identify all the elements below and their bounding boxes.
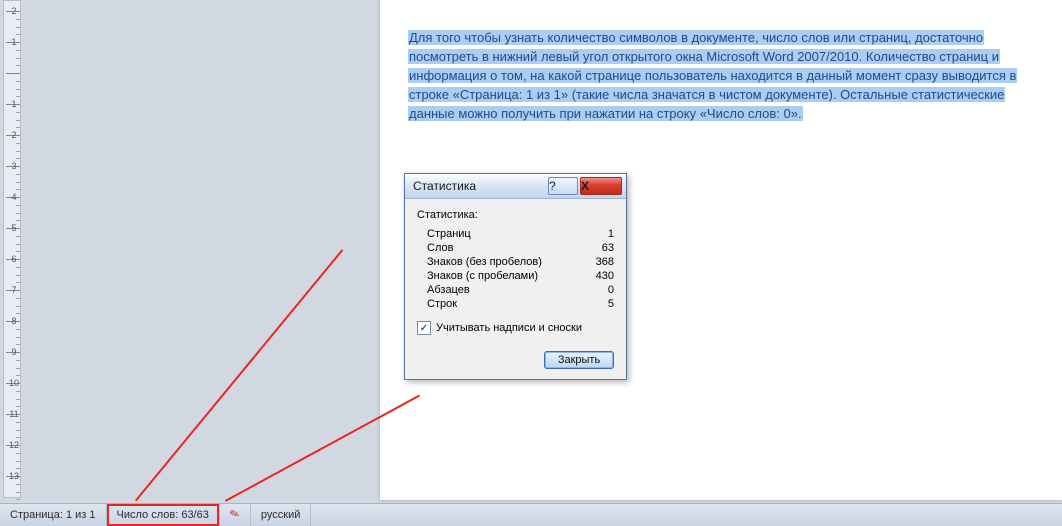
ruler-label: 13 (7, 471, 21, 481)
text-line: Для того чтобы узнать количество символо… (408, 30, 984, 45)
dialog-titlebar[interactable]: Статистика ? X (405, 174, 626, 199)
document-paragraph: Для того чтобы узнать количество символо… (408, 28, 1034, 123)
stat-row: Страниц 1 (417, 227, 614, 241)
vertical-ruler: 2112345678910111213 (3, 0, 21, 498)
ruler-label: 4 (7, 192, 21, 202)
dialog-title: Статистика (413, 179, 546, 193)
status-page[interactable]: Страница: 1 из 1 (0, 504, 107, 526)
stat-value: 430 (596, 270, 614, 282)
dialog-close-button[interactable]: Закрыть (544, 351, 614, 369)
close-icon: X (581, 180, 621, 192)
ruler-label: 11 (7, 409, 21, 419)
statistics-dialog: Статистика ? X Статистика: Страниц 1 Слов 6… (404, 173, 627, 380)
status-proofing[interactable]: ✎ (220, 504, 251, 526)
status-word-count[interactable]: Число слов: 63/63 (107, 504, 220, 526)
stat-row: Слов 63 (417, 241, 614, 255)
stat-value: 0 (608, 284, 614, 296)
text-line: посмотреть в нижний левый угол открытого… (408, 49, 1000, 64)
app-root: { "ruler": {"labels": ["2","1","","1","2… (0, 0, 1062, 526)
checkbox-icon: ✓ (417, 321, 431, 335)
ruler-label: 5 (7, 223, 21, 233)
ruler-label: 3 (7, 161, 21, 171)
text-line: строке «Страница: 1 из 1» (такие числа з… (408, 87, 1005, 102)
stat-label: Строк (427, 298, 457, 310)
ruler-label: 2 (7, 6, 21, 16)
ruler-label: 8 (7, 316, 21, 326)
ruler-label: 7 (7, 285, 21, 295)
text-line: информация о том, на какой странице поль… (408, 68, 1017, 83)
stat-row: Абзацев 0 (417, 283, 614, 297)
stat-row: Знаков (с пробелами) 430 (417, 269, 614, 283)
stat-value: 1 (608, 228, 614, 240)
checkbox-label: Учитывать надписи и сноски (436, 322, 582, 334)
stat-label: Знаков (без пробелов) (427, 256, 542, 268)
include-footnotes-checkbox[interactable]: ✓ Учитывать надписи и сноски (417, 321, 614, 335)
ruler-label: 9 (7, 347, 21, 357)
help-button[interactable]: ? (548, 177, 578, 195)
stat-value: 5 (608, 298, 614, 310)
stat-row: Строк 5 (417, 297, 614, 311)
status-word-count-highlight: Число слов: 63/63 (107, 504, 219, 526)
ruler-label: 10 (7, 378, 21, 388)
stat-label: Знаков (с пробелами) (427, 270, 538, 282)
status-language-text: русский (261, 509, 300, 521)
dialog-footer: Закрыть (405, 345, 626, 379)
ruler-label: 2 (7, 130, 21, 140)
stat-label: Слов (427, 242, 453, 254)
ruler-label: 12 (7, 440, 21, 450)
stat-value: 63 (602, 242, 614, 254)
status-word-count-text: Число слов: 63/63 (117, 509, 209, 521)
ruler-label: 1 (7, 37, 21, 47)
close-button[interactable]: X (580, 177, 622, 195)
ruler-label: 1 (7, 99, 21, 109)
status-bar: Страница: 1 из 1 Число слов: 63/63 ✎ рус… (0, 503, 1062, 526)
callout-line (135, 249, 343, 501)
dialog-heading: Статистика: (417, 209, 614, 221)
ruler-label: 6 (7, 254, 21, 264)
stat-row: Знаков (без пробелов) 368 (417, 255, 614, 269)
proofing-icon: ✎ (227, 506, 241, 523)
text-line: данные можно получить при нажатии на стр… (408, 106, 803, 121)
dialog-body: Статистика: Страниц1Слов63Знаков (без пр… (405, 199, 626, 345)
stat-label: Абзацев (427, 284, 470, 296)
stat-value: 368 (596, 256, 614, 268)
status-page-text: Страница: 1 из 1 (10, 509, 96, 521)
help-icon: ? (549, 180, 577, 192)
stat-label: Страниц (427, 228, 471, 240)
status-language[interactable]: русский (251, 504, 311, 526)
